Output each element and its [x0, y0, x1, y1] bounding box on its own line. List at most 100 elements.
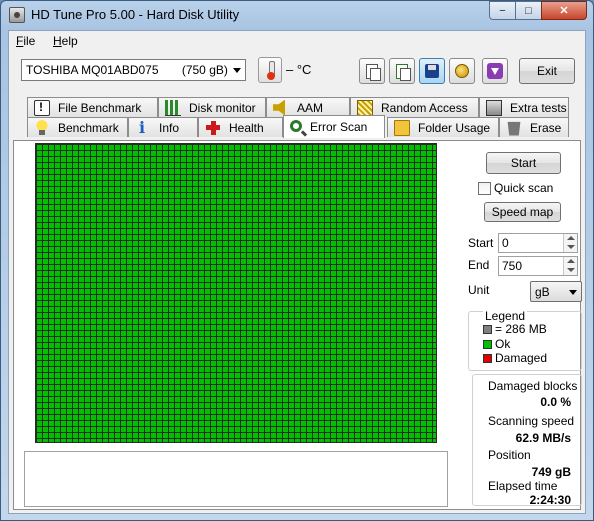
- tab-label: Error Scan: [310, 120, 368, 134]
- legend-block-size-label: = 286 MB: [495, 322, 547, 336]
- green-swatch-icon: [483, 339, 492, 349]
- toolbar: TOSHIBA MQ01ABD075 (750 gB) – °C Exit: [9, 53, 585, 93]
- exit-button[interactable]: Exit: [519, 58, 575, 84]
- window-title: HD Tune Pro 5.00 - Hard Disk Utility: [31, 7, 240, 22]
- copy-screenshot-icon: [396, 63, 411, 81]
- scanning-speed-label: Scanning speed: [488, 414, 575, 428]
- magnifier-icon: [290, 120, 302, 132]
- scanning-speed-value: 62.9 MB/s: [515, 431, 571, 445]
- tab-label: File Benchmark: [58, 100, 142, 115]
- unit-select-value: gB: [535, 285, 550, 299]
- info-icon: [135, 118, 151, 137]
- tab-label: Disk monitor: [189, 100, 256, 115]
- unit-label: Unit: [468, 283, 490, 297]
- tab-label: Folder Usage: [418, 120, 491, 135]
- options-button[interactable]: [449, 58, 475, 84]
- extra-tests-icon: [486, 99, 502, 116]
- health-cross-icon: [205, 119, 221, 136]
- tab-health[interactable]: Health: [198, 117, 283, 137]
- drive-select-value: TOSHIBA MQ01ABD075 (750 gB): [26, 63, 228, 77]
- app-icon: [9, 7, 25, 23]
- copy-text-icon: [366, 63, 381, 81]
- red-swatch-icon: [483, 353, 492, 363]
- download-button[interactable]: [482, 58, 508, 84]
- legend-damaged: Damaged: [483, 351, 547, 365]
- save-icon: [425, 64, 439, 78]
- drive-select[interactable]: TOSHIBA MQ01ABD075 (750 gB): [21, 59, 246, 81]
- unit-select[interactable]: gB: [530, 281, 582, 302]
- minimize-button[interactable]: −: [489, 1, 516, 20]
- tab-label: Extra tests: [510, 100, 567, 115]
- tab-folder-usage[interactable]: Folder Usage: [387, 117, 499, 137]
- speed-map-button[interactable]: Speed map: [484, 202, 561, 222]
- chevron-down-icon: [233, 68, 241, 73]
- menu-help[interactable]: Help: [53, 34, 78, 48]
- scan-log-box[interactable]: [24, 451, 448, 507]
- file-benchmark-icon: [34, 99, 50, 116]
- tab-disk-monitor[interactable]: Disk monitor: [158, 97, 266, 117]
- tab-strip: File Benchmark Disk monitor AAM Random A…: [9, 97, 585, 141]
- scan-stats: Damaged blocks 0.0 % Scanning speed 62.9…: [472, 374, 582, 507]
- scan-controls: Start Quick scan Speed map Start 0 End 7…: [454, 141, 582, 509]
- legend-ok-label: Ok: [495, 337, 511, 351]
- tab-extra-tests[interactable]: Extra tests: [479, 97, 569, 117]
- damaged-blocks-value: 0.0 %: [540, 395, 571, 409]
- maximize-button[interactable]: □: [515, 1, 542, 20]
- trash-icon: [507, 121, 521, 136]
- legend-box: Legend = 286 MB Ok Damaged: [468, 309, 582, 371]
- start-field-value: 0: [502, 236, 509, 250]
- start-field[interactable]: 0: [498, 233, 578, 253]
- legend-damaged-label: Damaged: [495, 351, 548, 365]
- end-field-value: 750: [502, 259, 523, 273]
- menu-bar: File Help: [9, 31, 585, 51]
- lightbulb-icon: [34, 119, 50, 136]
- menu-help-accelerator: H: [53, 34, 62, 48]
- legend-title: Legend: [483, 309, 528, 323]
- scan-block-grid: [35, 143, 437, 443]
- gray-swatch-icon: [483, 324, 492, 334]
- random-access-icon: [357, 99, 373, 116]
- app-window: HD Tune Pro 5.00 - Hard Disk Utility − □…: [0, 0, 594, 521]
- thermometer-icon[interactable]: [258, 57, 282, 83]
- copy-text-button[interactable]: [359, 58, 385, 84]
- quick-scan-option[interactable]: Quick scan: [478, 181, 553, 195]
- title-bar[interactable]: HD Tune Pro 5.00 - Hard Disk Utility − □…: [1, 1, 593, 29]
- quick-scan-checkbox[interactable]: [478, 181, 491, 195]
- quick-scan-label: Quick scan: [494, 181, 554, 195]
- menu-file[interactable]: File: [16, 34, 35, 48]
- tab-label: AAM: [297, 100, 324, 115]
- spinner-arrows-icon[interactable]: [563, 257, 577, 275]
- tab-label: Benchmark: [58, 120, 119, 135]
- tab-label: Info: [159, 120, 180, 135]
- folder-icon: [394, 119, 410, 136]
- close-button[interactable]: ✕: [541, 1, 587, 20]
- menu-file-label: ile: [23, 34, 36, 48]
- tab-erase[interactable]: Erase: [499, 117, 569, 137]
- window-controls: − □ ✕: [489, 1, 587, 20]
- tab-info[interactable]: Info: [128, 117, 198, 137]
- tab-aam[interactable]: AAM: [266, 97, 350, 117]
- tab-label: Health: [229, 120, 264, 135]
- copy-screenshot-button[interactable]: [389, 58, 415, 84]
- tab-label: Random Access: [381, 100, 468, 115]
- tab-benchmark[interactable]: Benchmark: [27, 117, 128, 137]
- temperature-readout: – °C: [286, 62, 312, 77]
- elapsed-time-value: 2:24:30: [529, 493, 571, 507]
- end-field[interactable]: 750: [498, 256, 578, 276]
- menu-help-label: elp: [61, 34, 78, 48]
- legend-block-size: = 286 MB: [483, 322, 547, 336]
- download-icon: [487, 63, 503, 79]
- client-area: File Help TOSHIBA MQ01ABD075 (750 gB) – …: [8, 30, 586, 514]
- error-scan-panel: Start Quick scan Speed map Start 0 End 7…: [13, 140, 582, 510]
- tab-label: Erase: [530, 120, 562, 135]
- chevron-down-icon: [569, 290, 577, 295]
- position-label: Position: [488, 448, 531, 462]
- tab-error-scan[interactable]: Error Scan: [283, 115, 385, 138]
- tab-random-access[interactable]: Random Access: [350, 97, 479, 117]
- tab-file-benchmark[interactable]: File Benchmark: [27, 97, 158, 117]
- spinner-arrows-icon[interactable]: [563, 234, 577, 252]
- start-scan-button[interactable]: Start: [486, 152, 561, 174]
- start-field-label: Start: [468, 236, 494, 250]
- save-button[interactable]: [419, 58, 445, 84]
- end-field-label: End: [468, 258, 490, 272]
